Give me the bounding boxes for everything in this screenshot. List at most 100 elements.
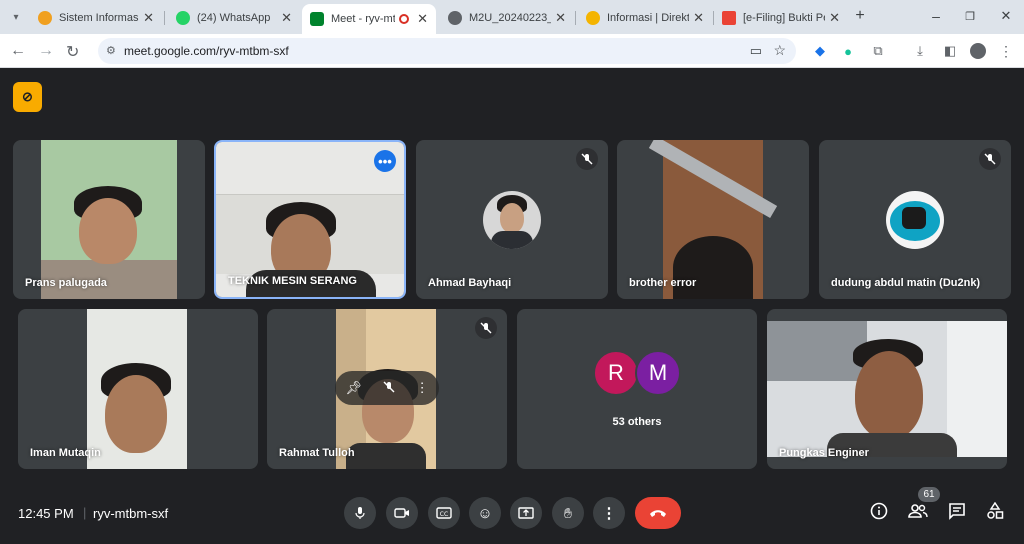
url-text: meet.google.com/ryv-mtbm-sxf (124, 44, 289, 58)
people-icon (908, 504, 928, 518)
tab-m2u[interactable]: M2U_20240223_21 ✕ (440, 4, 574, 32)
meeting-details-button[interactable] (866, 498, 892, 524)
others-avatar: R (593, 350, 639, 396)
participant-video (767, 321, 1007, 457)
participant-tile[interactable]: Pungkas Enginer (767, 309, 1007, 469)
more-options-button[interactable]: ⋮ (593, 497, 625, 529)
reload-icon[interactable]: ↻ (66, 42, 79, 62)
participant-video (87, 309, 187, 469)
svg-text:CC: CC (440, 511, 448, 518)
microphone-button[interactable] (344, 497, 376, 529)
captions-off-button[interactable]: ⊘ (13, 82, 42, 112)
participant-tile[interactable]: 📌︎ ⋮ Rahmat Tulloh (267, 309, 507, 469)
informasi-favicon-icon (586, 11, 600, 25)
mute-participant-icon[interactable] (383, 381, 395, 396)
more-options-icon[interactable]: ••• (374, 150, 396, 172)
sistem-informasi-favicon-icon (38, 11, 52, 25)
pin-icon[interactable]: 📌︎ (345, 380, 362, 396)
google-meet-icon (310, 12, 324, 26)
closed-captions-icon: CC (436, 507, 452, 519)
side-panel-icon[interactable]: ◧ (942, 43, 958, 59)
participant-name: Prans palugada (25, 277, 107, 289)
camera-in-use-icon[interactable]: ▭ (750, 43, 762, 59)
back-icon[interactable]: ← (10, 42, 26, 60)
activities-shapes-icon (987, 502, 1004, 519)
more-vert-icon: ⋮ (601, 505, 617, 522)
grammarly-icon[interactable]: ● (840, 43, 856, 59)
forward-icon[interactable]: → (38, 42, 54, 60)
participant-name: brother error (629, 277, 697, 289)
participant-name: TEKNIK MESIN SERANG (228, 275, 357, 287)
muted-mic-icon (979, 148, 1001, 170)
tab-google-meet[interactable]: Meet - ryv-mt ✕ (302, 4, 436, 34)
chat-button[interactable] (944, 498, 970, 524)
more-options-icon[interactable]: ⋮ (416, 380, 429, 396)
extensions-puzzle-icon[interactable]: ⧉ (870, 43, 886, 59)
participant-tile[interactable]: Ahmad Bayhaqi (416, 140, 608, 299)
camera-button[interactable] (386, 497, 418, 529)
globe-icon (448, 11, 462, 25)
recording-indicator-icon (399, 14, 410, 24)
others-tile[interactable]: R M 53 others (517, 309, 757, 469)
others-avatar: M (635, 350, 681, 396)
participant-name: Rahmat Tulloh (279, 447, 355, 459)
extension-icon[interactable]: ◆ (812, 43, 828, 59)
participant-tile[interactable]: dudung abdul matin (Du2nk) (819, 140, 1011, 299)
minimize-icon[interactable]: – (928, 8, 944, 24)
participant-name: Pungkas Enginer (779, 447, 869, 459)
hand-icon: ✋︎ (564, 504, 572, 521)
activities-button[interactable] (982, 498, 1008, 524)
info-icon (870, 502, 888, 520)
divider: | (83, 505, 87, 520)
tab-e-filing[interactable]: [e-Filing] Bukti Pen ✕ (714, 4, 848, 32)
close-icon[interactable]: ✕ (417, 11, 428, 27)
close-icon[interactable]: ✕ (281, 10, 292, 26)
present-button[interactable] (510, 497, 542, 529)
meeting-code: ryv-mtbm-sxf (93, 506, 169, 521)
chat-icon (949, 503, 965, 520)
close-icon[interactable]: ✕ (143, 10, 154, 26)
video-camera-icon (394, 508, 409, 518)
participant-avatar (483, 191, 541, 249)
participant-name: Iman Mutaqin (30, 447, 101, 459)
emoji-icon: ☺ (477, 504, 493, 522)
muted-mic-icon (576, 148, 598, 170)
close-icon[interactable]: ✕ (829, 10, 840, 26)
present-screen-icon (518, 507, 534, 519)
end-call-icon (650, 510, 666, 517)
participant-count-badge: 61 (918, 487, 940, 502)
reactions-button[interactable]: ☺ (469, 497, 501, 529)
tile-hover-controls: 📌︎ ⋮ (335, 371, 439, 405)
tab-search-icon[interactable]: ▾ (8, 9, 24, 25)
participant-video (648, 140, 778, 299)
participant-tile-speaking[interactable]: ••• TEKNIK MESIN SERANG (214, 140, 406, 299)
new-tab-icon[interactable]: + (852, 7, 868, 24)
participant-avatar (886, 191, 944, 249)
restore-icon[interactable]: ❐ (962, 8, 978, 24)
participant-video (41, 140, 177, 299)
menu-more-icon[interactable]: ⋮ (998, 43, 1014, 59)
close-icon[interactable]: ✕ (555, 10, 566, 26)
tab-sistem-informasi[interactable]: Sistem Informasi A ✕ (30, 4, 162, 32)
leave-call-button[interactable] (635, 497, 681, 529)
address-bar[interactable]: ⚙ meet.google.com/ryv-mtbm-sxf ▭ ☆ (98, 38, 796, 64)
clock-time: 12:45 PM (18, 506, 74, 521)
profile-avatar[interactable] (970, 43, 986, 59)
participant-tile[interactable]: Prans palugada (13, 140, 205, 299)
captions-button[interactable]: CC (428, 497, 460, 529)
others-count-label: 53 others (612, 416, 662, 428)
bookmark-star-icon[interactable]: ☆ (773, 42, 786, 59)
raise-hand-button[interactable]: ✋︎ (552, 497, 584, 529)
download-icon[interactable]: ⤓ (912, 43, 928, 59)
tab-informasi[interactable]: Informasi | Direkto ✕ (578, 4, 712, 32)
window-close-icon[interactable]: ✕ (998, 8, 1014, 24)
muted-mic-icon (475, 317, 497, 339)
close-icon[interactable]: ✕ (693, 10, 704, 26)
microphone-icon (355, 507, 365, 519)
gmail-icon (722, 11, 736, 25)
participant-tile[interactable]: Iman Mutaqin (18, 309, 258, 469)
participant-tile[interactable]: brother error (617, 140, 809, 299)
site-info-icon[interactable]: ⚙ (106, 44, 116, 57)
meet-control-bar: 12:45 PM | ryv-mtbm-sxf CC ☺ ✋︎ ⋮ 61 (0, 486, 1024, 544)
tab-whatsapp[interactable]: (24) WhatsApp ✕ (168, 4, 300, 32)
